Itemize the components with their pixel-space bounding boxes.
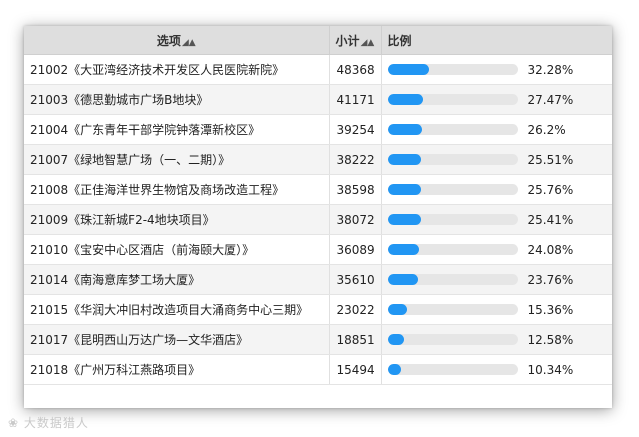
sort-triangle-icon[interactable]: ◢▲ (361, 38, 375, 48)
sum-cell: 48368 (329, 54, 382, 85)
ratio-cell: 23.76% (381, 264, 612, 295)
table-row: 21017《昆明西山万达广场—文华酒店》 18851 12.58% (24, 324, 612, 355)
ratio-progress-fill (387, 124, 422, 136)
sum-cell: 23022 (329, 294, 382, 325)
ratio-percent-label: 12.58% (527, 332, 574, 347)
ratio-percent-label: 23.76% (527, 272, 574, 287)
ratio-progress-fill (387, 94, 424, 106)
ratio-percent-label: 25.51% (527, 152, 574, 167)
ratio-percent-label: 32.28% (527, 62, 574, 77)
table-row: 21002《大亚湾经济技术开发区人民医院新院》 48368 32.28% (24, 54, 612, 85)
ratio-progress-bar (387, 214, 518, 226)
option-name-cell: 21009《珠江新城F2-4地块项目》 (24, 204, 330, 235)
ratio-progress-bar (387, 244, 518, 256)
column-header-ratio-label: 比例 (387, 33, 412, 48)
ratio-progress-fill (387, 364, 401, 376)
table-row: 21009《珠江新城F2-4地块项目》 38072 25.41% (24, 204, 612, 235)
option-name-cell: 21008《正佳海洋世界生物馆及商场改造工程》 (24, 174, 330, 205)
ratio-progress-fill (387, 274, 419, 286)
table-row: 21007《绿地智慧广场（一、二期）》 38222 25.51% (24, 144, 612, 175)
results-table: 选项◢▲ 小计◢▲ 比例 21002《大亚湾经济技术开发区人民医院新院》 4836… (24, 26, 612, 385)
ratio-percent-label: 25.41% (527, 212, 574, 227)
sum-cell: 38222 (329, 144, 382, 175)
table-row: 21010《宝安中心区酒店（前海颐大厦）》 36089 24.08% (24, 234, 612, 265)
ratio-progress-fill (387, 244, 419, 256)
survey-results-card: 选项◢▲ 小计◢▲ 比例 21002《大亚湾经济技术开发区人民医院新院》 4836… (24, 26, 612, 408)
sum-cell: 15494 (329, 354, 382, 385)
ratio-cell: 26.2% (381, 114, 612, 145)
ratio-cell: 25.76% (381, 174, 612, 205)
sum-cell: 38072 (329, 204, 382, 235)
table-row: 21018《广州万科江燕路项目》 15494 10.34% (24, 354, 612, 385)
ratio-percent-label: 26.2% (527, 122, 566, 137)
option-name-cell: 21018《广州万科江燕路项目》 (24, 354, 330, 385)
ratio-progress-fill (387, 184, 421, 196)
ratio-progress-bar (387, 364, 518, 376)
ratio-cell: 15.36% (381, 294, 612, 325)
table-row: 21008《正佳海洋世界生物馆及商场改造工程》 38598 25.76% (24, 174, 612, 205)
ratio-progress-fill (387, 154, 421, 166)
option-name-cell: 21004《广东青年干部学院钟落潭新校区》 (24, 114, 330, 145)
option-name-cell: 21015《华润大冲旧村改造项目大涌商务中心三期》 (24, 294, 330, 325)
ratio-percent-label: 25.76% (527, 182, 574, 197)
ratio-cell: 32.28% (381, 54, 612, 85)
ratio-percent-label: 10.34% (527, 362, 574, 377)
ratio-cell: 10.34% (381, 354, 612, 385)
ratio-percent-label: 24.08% (527, 242, 574, 257)
option-name-cell: 21003《德思勤城市广场B地块》 (24, 84, 330, 115)
ratio-progress-bar (387, 154, 518, 166)
sum-cell: 39254 (329, 114, 382, 145)
table-row: 21003《德思勤城市广场B地块》 41171 27.47% (24, 84, 612, 115)
ratio-percent-label: 15.36% (527, 302, 574, 317)
table-header-row: 选项◢▲ 小计◢▲ 比例 (24, 26, 612, 55)
column-header-option[interactable]: 选项◢▲ (24, 26, 330, 55)
sum-cell: 35610 (329, 264, 382, 295)
ratio-progress-fill (387, 334, 404, 346)
column-header-ratio: 比例 (381, 26, 612, 55)
table-row: 21004《广东青年干部学院钟落潭新校区》 39254 26.2% (24, 114, 612, 145)
ratio-progress-fill (387, 214, 421, 226)
ratio-cell: 12.58% (381, 324, 612, 355)
option-name-cell: 21002《大亚湾经济技术开发区人民医院新院》 (24, 54, 330, 85)
sort-triangle-icon[interactable]: ◢▲ (182, 38, 196, 48)
watermark-logo: ❀ 大数据猎人 (8, 414, 89, 431)
ratio-cell: 24.08% (381, 234, 612, 265)
table-row: 21014《南海意库梦工场大厦》 35610 23.76% (24, 264, 612, 295)
ratio-progress-bar (387, 274, 518, 286)
option-name-cell: 21010《宝安中心区酒店（前海颐大厦）》 (24, 234, 330, 265)
ratio-progress-bar (387, 184, 518, 196)
ratio-progress-fill (387, 304, 408, 316)
ratio-progress-bar (387, 334, 518, 346)
ratio-progress-bar (387, 64, 518, 76)
table-body: 21002《大亚湾经济技术开发区人民医院新院》 48368 32.28% 21003《… (24, 54, 612, 385)
watermark-icon: ❀ (8, 416, 20, 430)
table-row: 21015《华润大冲旧村改造项目大涌商务中心三期》 23022 15.36% (24, 294, 612, 325)
sum-cell: 18851 (329, 324, 382, 355)
column-header-sum-label: 小计 (335, 33, 360, 48)
ratio-progress-fill (387, 64, 430, 76)
ratio-cell: 27.47% (381, 84, 612, 115)
sum-cell: 41171 (329, 84, 382, 115)
ratio-progress-bar (387, 124, 518, 136)
ratio-progress-bar (387, 304, 518, 316)
ratio-percent-label: 27.47% (527, 92, 574, 107)
option-name-cell: 21017《昆明西山万达广场—文华酒店》 (24, 324, 330, 355)
ratio-cell: 25.41% (381, 204, 612, 235)
watermark-text: 大数据猎人 (23, 416, 89, 430)
column-header-sum[interactable]: 小计◢▲ (329, 26, 382, 55)
sum-cell: 38598 (329, 174, 382, 205)
ratio-cell: 25.51% (381, 144, 612, 175)
column-header-option-label: 选项 (156, 33, 181, 48)
sum-cell: 36089 (329, 234, 382, 265)
ratio-progress-bar (387, 94, 518, 106)
option-name-cell: 21007《绿地智慧广场（一、二期）》 (24, 144, 330, 175)
option-name-cell: 21014《南海意库梦工场大厦》 (24, 264, 330, 295)
